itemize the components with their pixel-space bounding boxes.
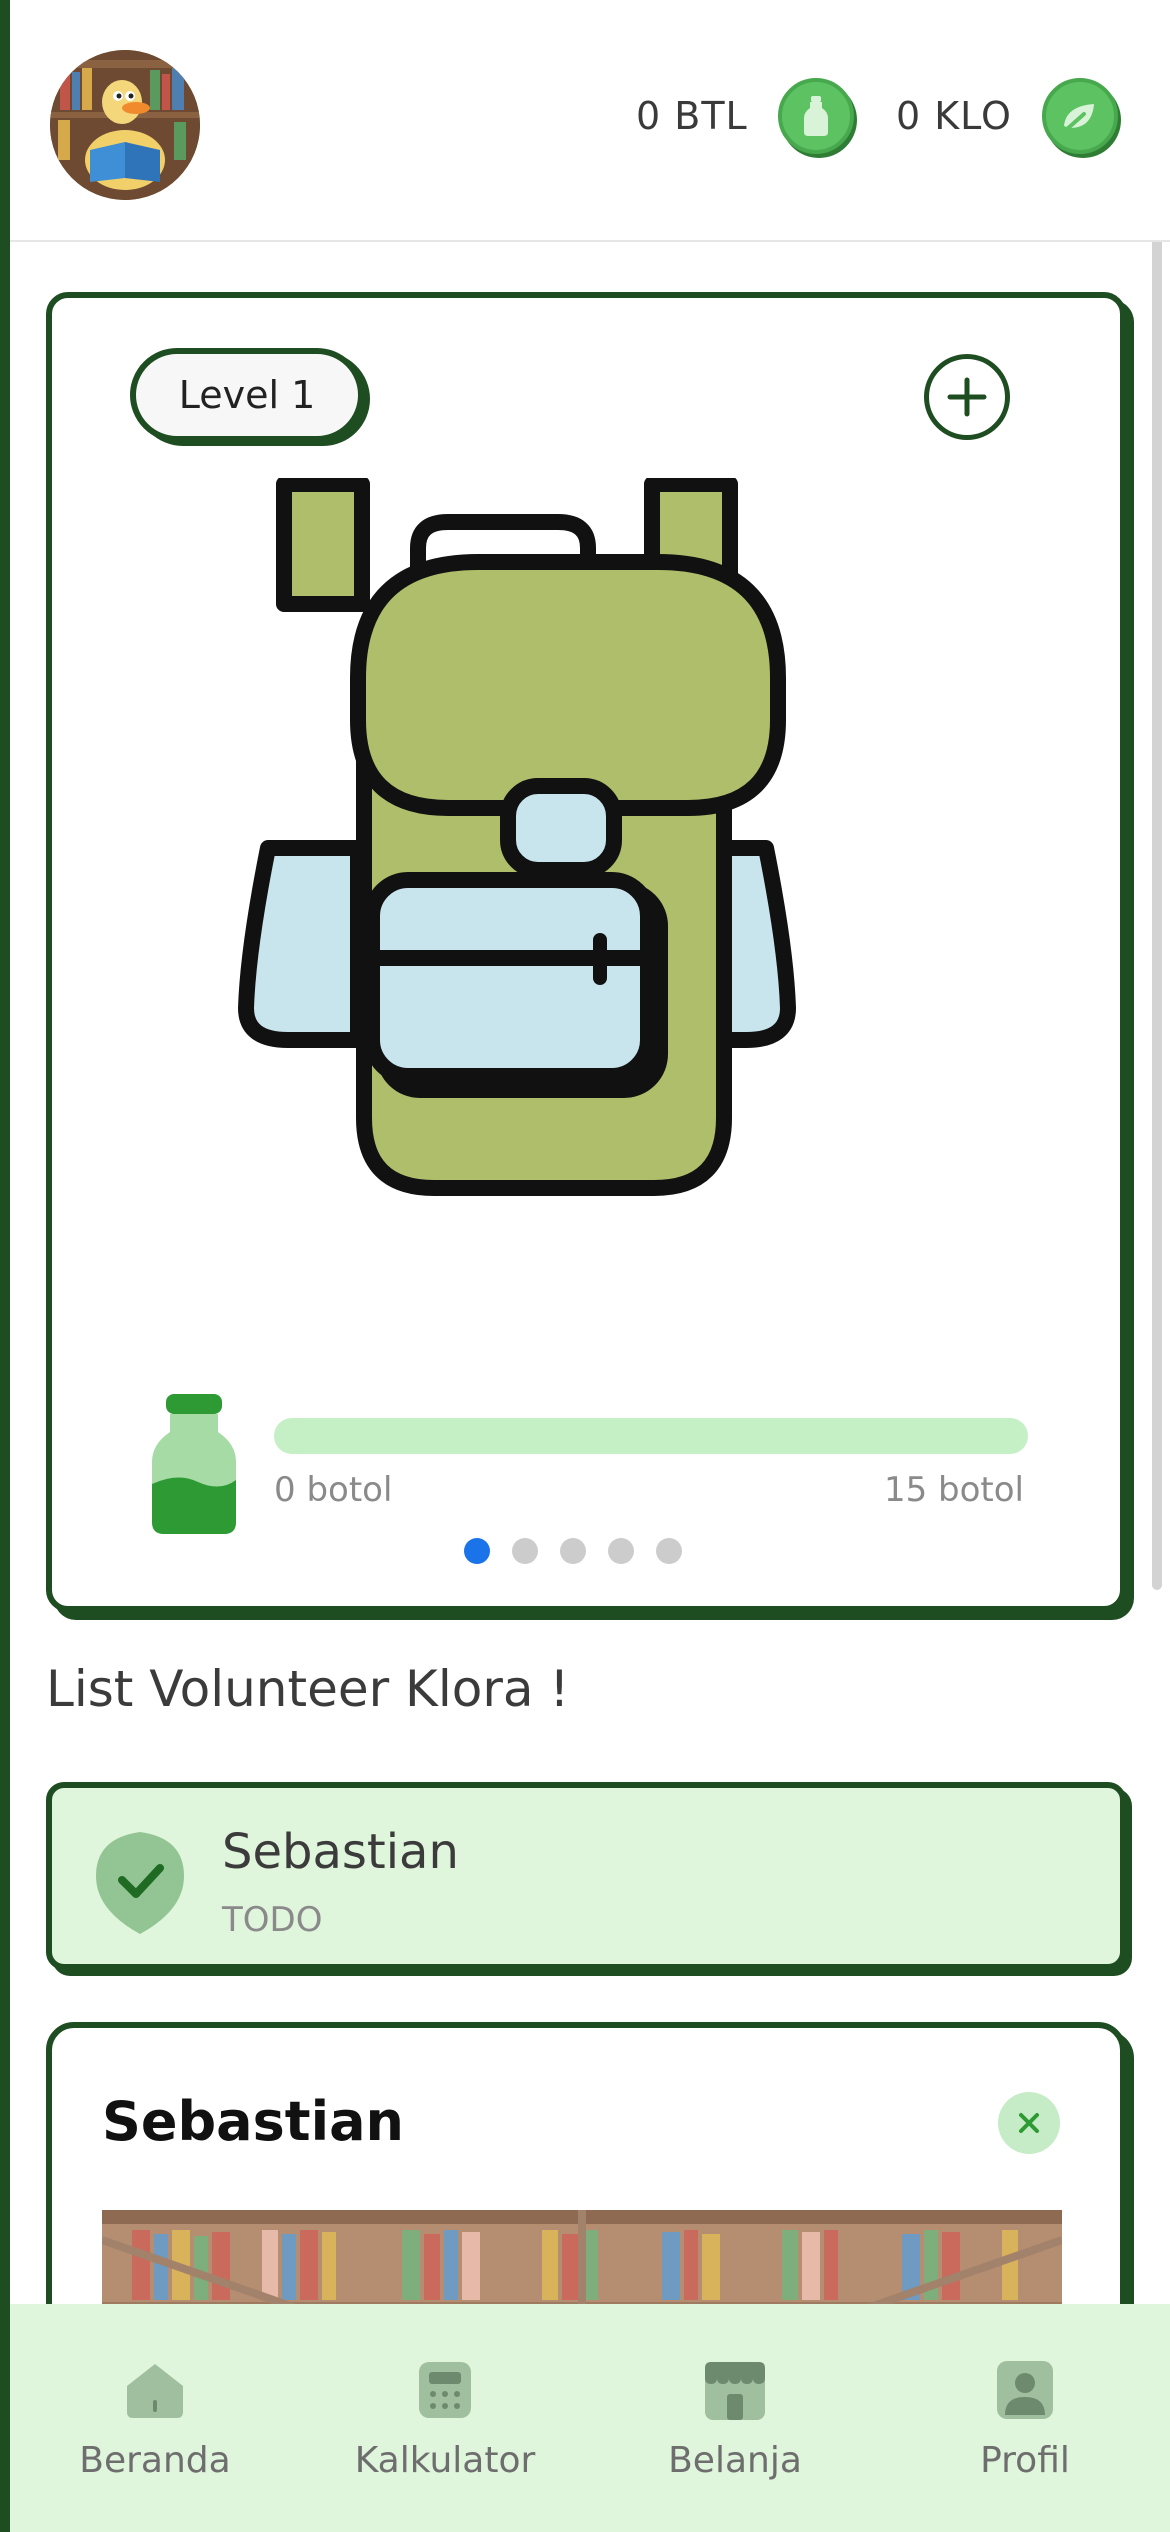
volunteer-list-item[interactable]: Sebastian TODO xyxy=(46,1782,1126,1970)
btl-balance: 0 BTL xyxy=(636,78,854,154)
verified-shield-icon xyxy=(96,1832,184,1934)
carousel-indicator[interactable] xyxy=(464,1538,682,1564)
klo-balance: 0 KLO xyxy=(896,78,1118,154)
left-border xyxy=(0,0,10,2532)
plus-icon xyxy=(947,377,987,417)
scrollbar[interactable] xyxy=(1152,60,1162,1590)
progress-max-label: 15 botol xyxy=(883,1470,1024,1510)
leaf-coin-icon xyxy=(1041,78,1118,154)
nav-item-belanja[interactable]: Belanja xyxy=(590,2304,880,2532)
shop-icon xyxy=(703,2358,767,2422)
nav-item-kalkulator[interactable]: Kalkulator xyxy=(300,2304,590,2532)
btl-balance-label: 0 BTL xyxy=(636,94,748,138)
close-button[interactable] xyxy=(998,2092,1060,2154)
add-button[interactable] xyxy=(924,354,1010,440)
bottle-coin-icon xyxy=(777,78,854,154)
level-badge: Level 1 xyxy=(130,348,364,442)
bottle-icon xyxy=(152,1394,236,1534)
nav-label-beranda: Beranda xyxy=(79,2440,231,2481)
volunteer-status: TODO xyxy=(222,1900,323,1940)
nav-label-kalkulator: Kalkulator xyxy=(354,2440,536,2481)
nav-label-belanja: Belanja xyxy=(668,2440,802,2481)
nav-item-beranda[interactable]: Beranda xyxy=(10,2304,300,2532)
avatar[interactable] xyxy=(50,50,200,200)
top-header: 0 BTL 0 KLO xyxy=(10,0,1170,242)
backpack-illustration xyxy=(238,478,796,1196)
close-icon xyxy=(1019,2113,1039,2133)
calculator-icon xyxy=(413,2358,477,2422)
carousel-dot[interactable] xyxy=(464,1538,490,1564)
profile-icon xyxy=(993,2358,1057,2422)
home-icon xyxy=(123,2358,187,2422)
progress-min-label: 0 botol xyxy=(274,1470,393,1510)
level-label: Level 1 xyxy=(178,373,316,417)
carousel-dot[interactable] xyxy=(656,1538,682,1564)
nav-label-profil: Profil xyxy=(980,2440,1070,2481)
volunteer-name: Sebastian xyxy=(222,1824,459,1880)
carousel-dot[interactable] xyxy=(560,1538,586,1564)
nav-item-profil[interactable]: Profil xyxy=(880,2304,1170,2532)
bottom-navigation: Beranda Kalkulator Belanja Profil xyxy=(10,2304,1170,2532)
detail-title: Sebastian xyxy=(102,2090,404,2153)
bottle-progress-bar xyxy=(274,1418,1028,1454)
klo-balance-label: 0 KLO xyxy=(896,94,1012,138)
carousel-dot[interactable] xyxy=(512,1538,538,1564)
duck-reading-avatar-image xyxy=(50,50,200,200)
level-card: Level 1 0 botol 15 botol xyxy=(46,292,1126,1612)
section-title: List Volunteer Klora ! xyxy=(46,1660,570,1718)
carousel-dot[interactable] xyxy=(608,1538,634,1564)
